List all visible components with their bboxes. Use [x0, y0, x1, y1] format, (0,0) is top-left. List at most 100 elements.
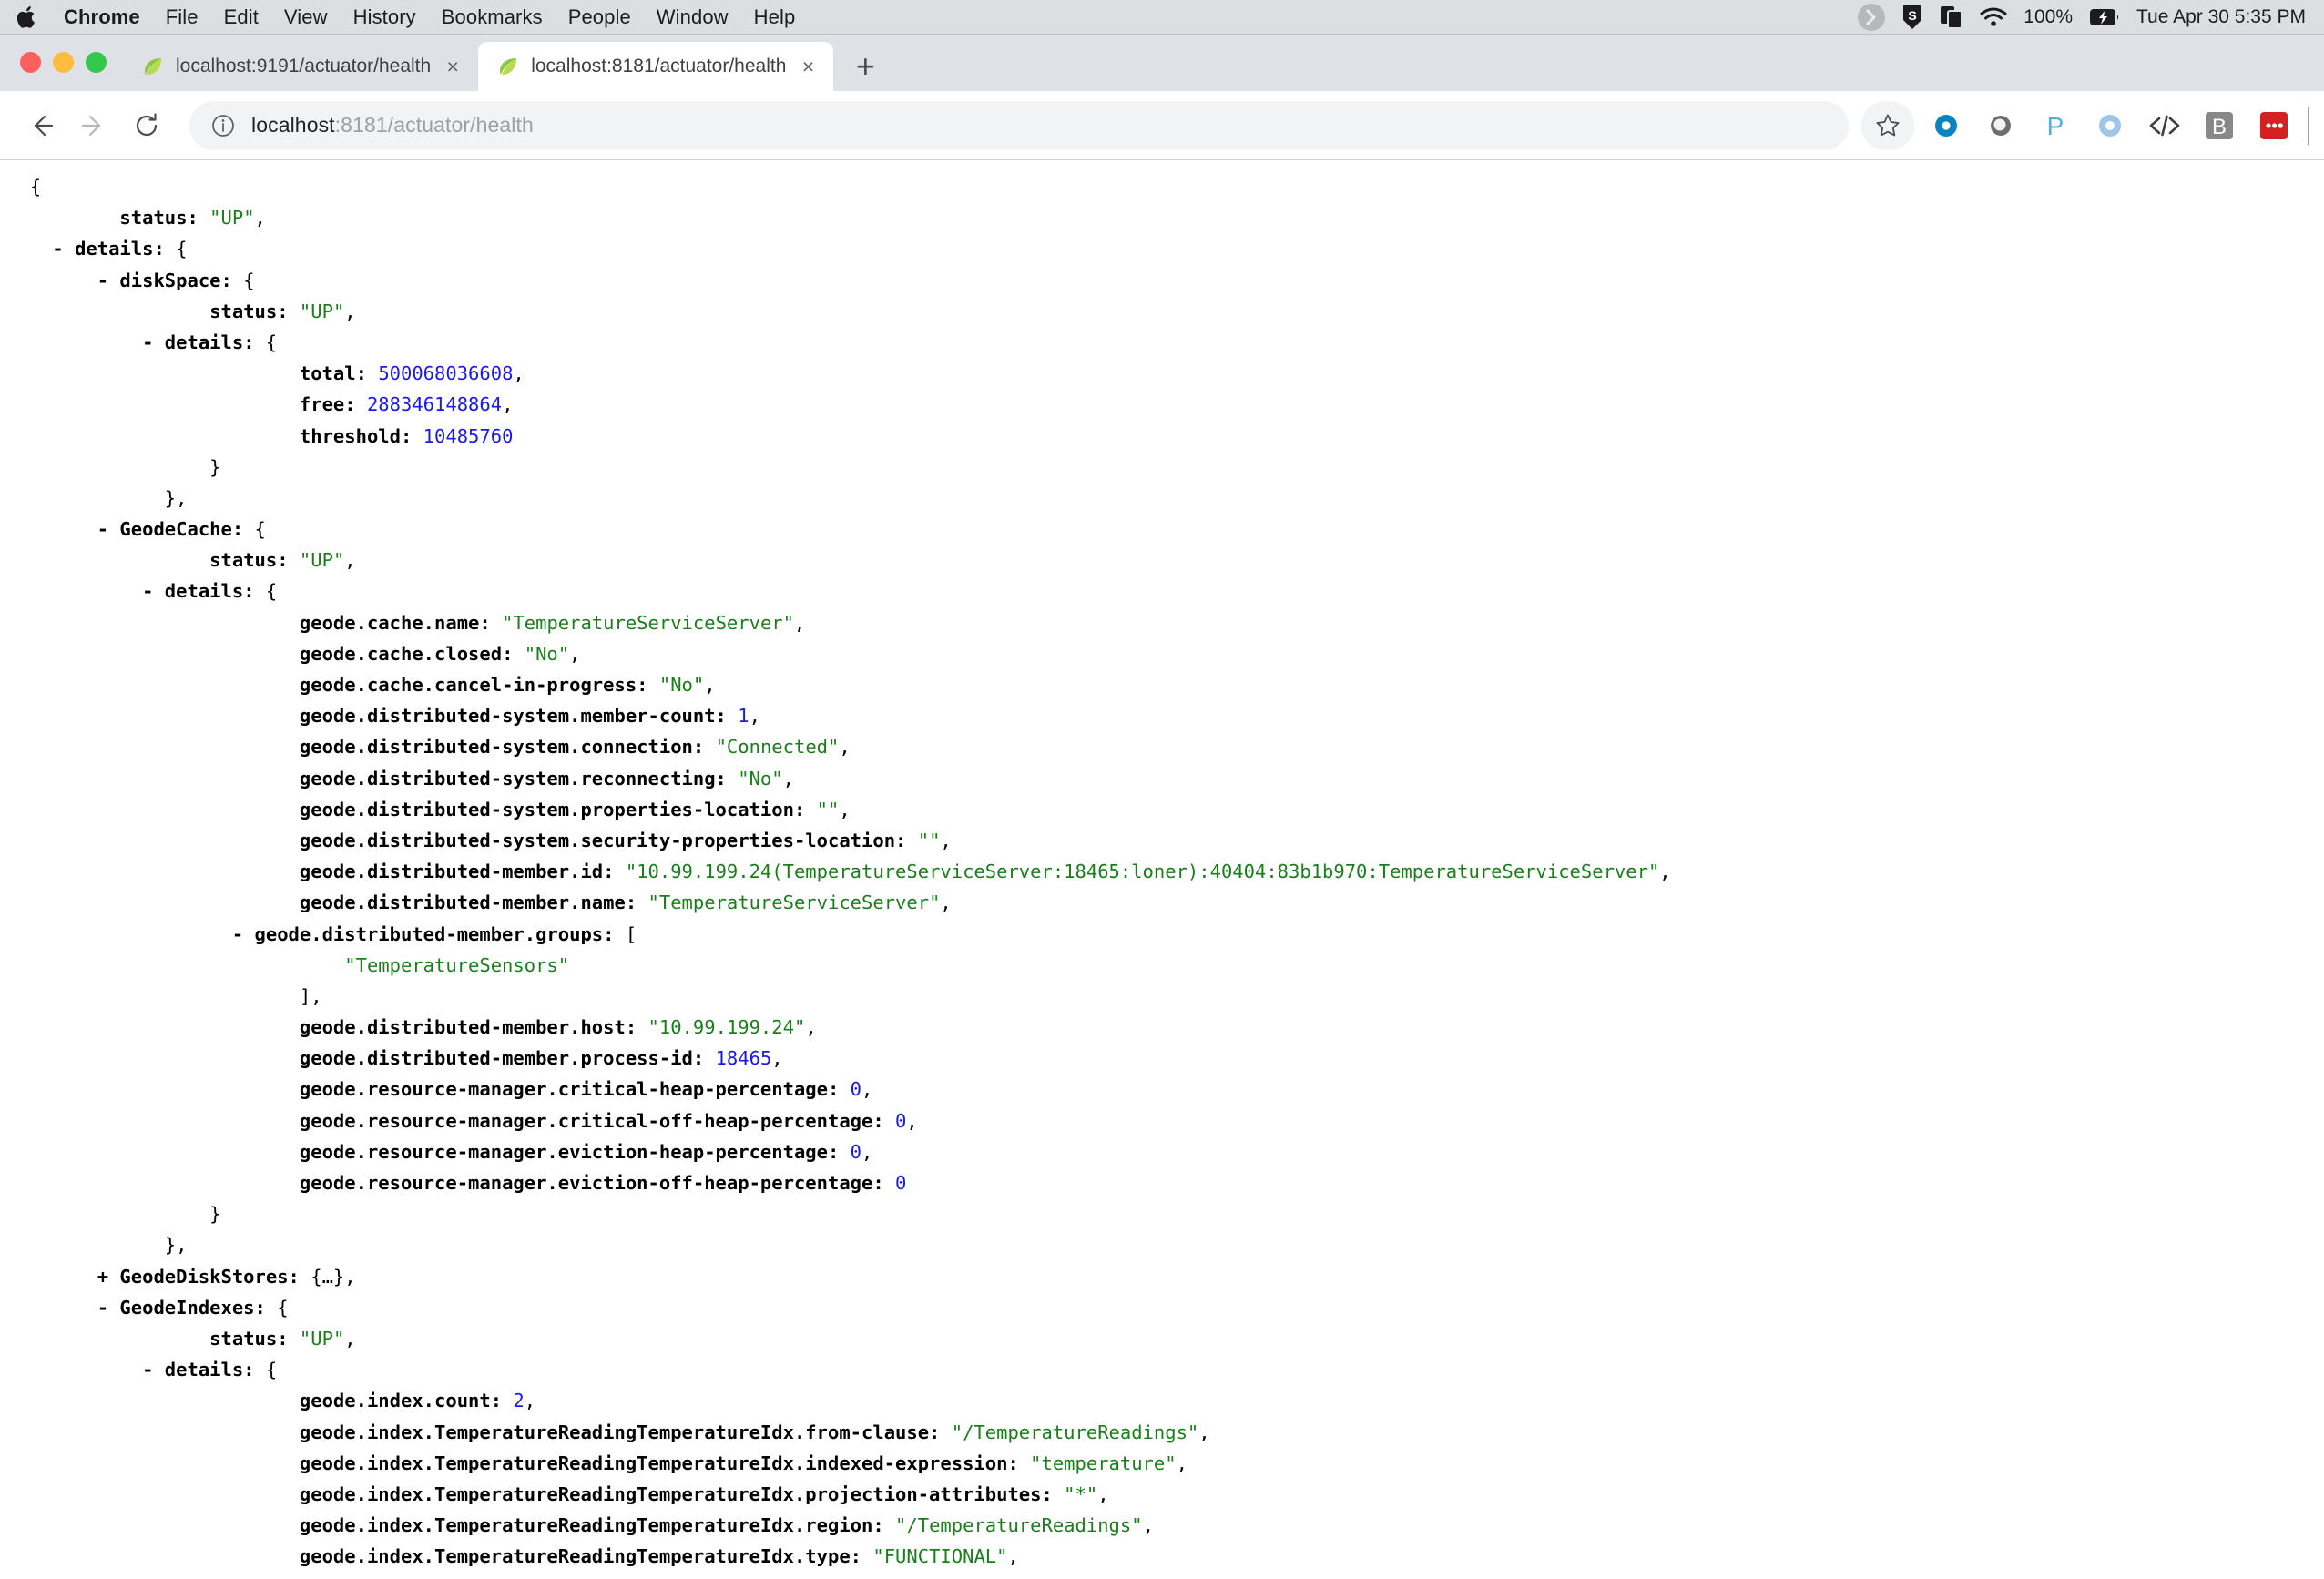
json-toggle-icon[interactable]: - [7, 270, 119, 291]
battery-charging-icon[interactable] [2089, 8, 2120, 26]
json-line[interactable]: - diskSpace: { [7, 265, 2324, 296]
menubar-datetime[interactable]: Tue Apr 30 5:35 PM [2136, 6, 2306, 28]
json-line[interactable]: + GeodeDiskStores: {…}, [7, 1261, 2324, 1292]
json-line[interactable]: geode.distributed-member.process-id: 184… [7, 1043, 2324, 1074]
json-line[interactable]: }, [7, 1229, 2324, 1260]
shield-s-icon[interactable]: S [1901, 5, 1923, 30]
json-toggle-icon[interactable]: - [7, 1297, 119, 1319]
json-line[interactable]: free: 288346148864, [7, 389, 2324, 420]
ext-gray-o-icon[interactable] [1978, 103, 2023, 148]
json-line[interactable]: ], [7, 981, 2324, 1012]
json-line[interactable]: { [7, 171, 2324, 202]
browser-tab-2[interactable]: localhost:8181/actuator/health × [478, 42, 834, 91]
json-value: "/TemperatureReadings" [951, 1421, 1199, 1443]
json-line[interactable]: geode.resource-manager.critical-off-heap… [7, 1105, 2324, 1136]
ext-b-icon[interactable]: B [2197, 103, 2242, 148]
json-value: 500068036608 [378, 362, 514, 385]
menu-chrome[interactable]: Chrome [51, 5, 153, 29]
json-line[interactable]: threshold: 10485760 [7, 421, 2324, 452]
json-toggle-icon[interactable]: + [7, 1266, 119, 1288]
json-line[interactable]: geode.resource-manager.eviction-heap-per… [7, 1136, 2324, 1167]
menu-window[interactable]: Window [644, 5, 741, 29]
ext-p-icon[interactable]: P [2033, 103, 2078, 148]
json-line[interactable]: geode.distributed-system.member-count: 1… [7, 700, 2324, 731]
browser-tab-1[interactable]: localhost:9191/actuator/health × [123, 42, 478, 91]
browser-tab-2-close-icon[interactable]: × [795, 54, 821, 79]
menu-help[interactable]: Help [741, 5, 809, 29]
json-line[interactable]: geode.cache.name: "TemperatureServiceSer… [7, 607, 2324, 638]
window-close-button[interactable] [20, 52, 41, 73]
ext-lightblue-o-icon[interactable] [2087, 103, 2133, 148]
star-icon[interactable] [1861, 100, 1914, 150]
chevron-right-icon[interactable] [1858, 3, 1886, 31]
ext-blue-o-icon[interactable] [1923, 103, 1969, 148]
menu-bookmarks[interactable]: Bookmarks [429, 5, 556, 29]
menu-people[interactable]: People [556, 5, 644, 29]
json-line[interactable]: status: "UP", [7, 545, 2324, 576]
json-line[interactable]: } [7, 1198, 2324, 1229]
forward-arrow-icon[interactable] [67, 99, 120, 152]
json-line[interactable]: total: 500068036608, [7, 358, 2324, 389]
json-toggle-icon[interactable]: - [7, 518, 119, 540]
menu-view[interactable]: View [271, 5, 341, 29]
json-line[interactable]: - details: { [7, 1354, 2324, 1385]
ext-code-icon[interactable] [2142, 103, 2187, 148]
json-line[interactable]: } [7, 452, 2324, 483]
json-toggle-icon[interactable]: - [7, 331, 165, 353]
json-line[interactable]: geode.distributed-system.security-proper… [7, 825, 2324, 856]
json-value: { [265, 331, 278, 353]
json-line[interactable]: status: "UP", [7, 1323, 2324, 1354]
json-line[interactable]: - geode.distributed-member.groups: [ [7, 919, 2324, 950]
new-tab-button[interactable]: + [842, 44, 888, 89]
json-line[interactable]: - GeodeIndexes: { [7, 1292, 2324, 1323]
info-circle-icon[interactable] [209, 112, 237, 139]
json-content[interactable]: { status: "UP", - details: { - diskSpace… [0, 171, 2324, 1578]
reload-icon[interactable] [120, 99, 173, 152]
json-toggle-icon[interactable]: - [7, 238, 75, 260]
json-line[interactable]: geode.distributed-member.id: "10.99.199.… [7, 856, 2324, 887]
json-toggle-icon[interactable]: - [7, 580, 165, 602]
menu-history[interactable]: History [341, 5, 429, 29]
window-maximize-button[interactable] [86, 52, 107, 73]
json-toggle-icon[interactable]: - [7, 923, 255, 945]
json-line[interactable]: - details: { [7, 233, 2324, 264]
json-value: 18465 [715, 1047, 772, 1070]
json-line[interactable]: geode.index.count: 2, [7, 1385, 2324, 1416]
json-line[interactable]: geode.cache.cancel-in-progress: "No", [7, 669, 2324, 700]
json-line[interactable]: geode.index.TemperatureReadingTemperatur… [7, 1572, 2324, 1578]
json-line[interactable]: geode.index.TemperatureReadingTemperatur… [7, 1541, 2324, 1572]
svg-text:S: S [1909, 8, 1917, 23]
apple-logo-icon[interactable] [16, 5, 36, 29]
back-arrow-icon[interactable] [15, 99, 67, 152]
window-minimize-button[interactable] [53, 52, 74, 73]
json-line[interactable]: geode.index.TemperatureReadingTemperatur… [7, 1448, 2324, 1479]
address-bar[interactable]: localhost:8181/actuator/health [189, 100, 1849, 150]
json-value: { [243, 269, 255, 291]
wifi-icon[interactable] [1980, 7, 2007, 27]
json-toggle-icon[interactable]: - [7, 1359, 165, 1380]
json-line[interactable]: status: "UP", [7, 296, 2324, 327]
menu-edit[interactable]: Edit [211, 5, 271, 29]
json-line[interactable]: geode.index.TemperatureReadingTemperatur… [7, 1479, 2324, 1510]
json-line[interactable]: geode.distributed-member.host: "10.99.19… [7, 1012, 2324, 1043]
json-line[interactable]: - details: { [7, 327, 2324, 358]
json-line[interactable]: }, [7, 483, 2324, 514]
json-line[interactable]: geode.distributed-member.name: "Temperat… [7, 887, 2324, 918]
json-line[interactable]: geode.distributed-system.properties-loca… [7, 794, 2324, 825]
menu-file[interactable]: File [153, 5, 211, 29]
json-line[interactable]: - details: { [7, 576, 2324, 606]
json-line[interactable]: geode.cache.closed: "No", [7, 638, 2324, 669]
json-line[interactable]: geode.distributed-system.reconnecting: "… [7, 763, 2324, 794]
ext-red-dots-icon[interactable] [2251, 103, 2297, 148]
json-line[interactable]: "TemperatureSensors" [7, 950, 2324, 981]
json-line[interactable]: geode.index.TemperatureReadingTemperatur… [7, 1510, 2324, 1541]
json-line[interactable]: geode.resource-manager.critical-heap-per… [7, 1074, 2324, 1105]
json-line[interactable]: geode.index.TemperatureReadingTemperatur… [7, 1417, 2324, 1448]
browser-tab-1-close-icon[interactable]: × [440, 54, 465, 79]
json-selected-line[interactable]: geode.resource-manager.eviction-heap-per… [7, 1141, 872, 1163]
json-line[interactable]: status: "UP", [7, 202, 2324, 233]
json-line[interactable]: geode.distributed-system.connection: "Co… [7, 731, 2324, 762]
json-line[interactable]: geode.resource-manager.eviction-off-heap… [7, 1167, 2324, 1198]
json-line[interactable]: - GeodeCache: { [7, 514, 2324, 545]
displays-icon[interactable] [1940, 5, 1963, 29]
